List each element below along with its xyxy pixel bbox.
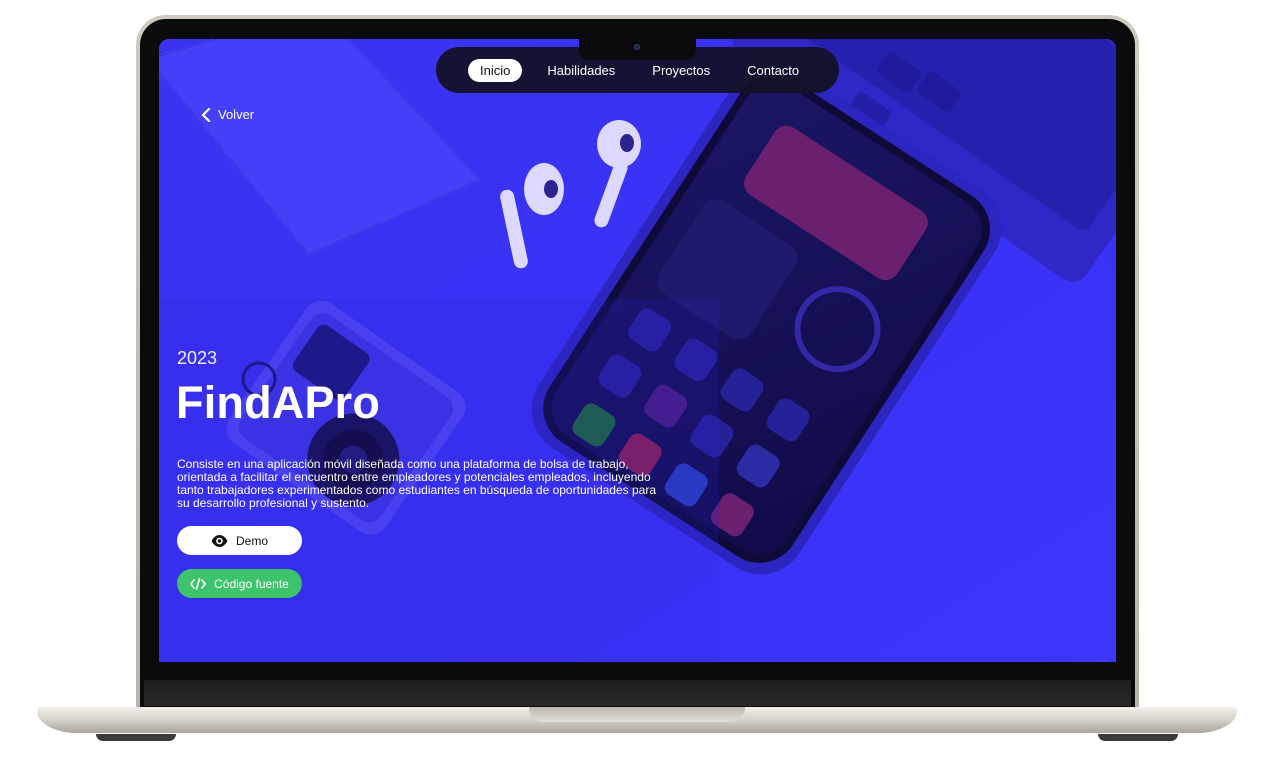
laptop-foot-left bbox=[96, 734, 176, 741]
nav-item-inicio[interactable]: Inicio bbox=[468, 58, 523, 82]
source-code-button-label: Código fuente bbox=[214, 576, 289, 591]
nav-item-contacto[interactable]: Contacto bbox=[735, 59, 811, 82]
laptop-screen: Inicio Habilidades Proyectos Contacto Vo… bbox=[159, 39, 1116, 662]
back-link-label: Volver bbox=[218, 107, 255, 122]
laptop-opening-notch bbox=[529, 707, 745, 722]
nav-item-habilidades[interactable]: Habilidades bbox=[535, 59, 627, 82]
demo-button[interactable]: Demo bbox=[177, 526, 302, 555]
webcam bbox=[634, 44, 640, 50]
code-icon bbox=[190, 577, 206, 590]
project-year: 2023 bbox=[177, 348, 218, 368]
camera-notch bbox=[579, 39, 696, 60]
laptop-chin bbox=[144, 680, 1131, 706]
source-code-button[interactable]: Código fuente bbox=[177, 569, 302, 598]
hero-background-image bbox=[159, 39, 1116, 662]
project-title: FindAPro bbox=[176, 377, 381, 428]
chevron-left-icon bbox=[201, 107, 211, 122]
nav-item-proyectos[interactable]: Proyectos bbox=[640, 59, 722, 82]
laptop-foot-right bbox=[1098, 734, 1178, 741]
project-description: Consiste en una aplicación móvil diseñad… bbox=[177, 457, 656, 510]
back-link[interactable]: Volver bbox=[201, 107, 254, 122]
demo-button-label: Demo bbox=[235, 533, 268, 548]
eye-icon bbox=[211, 534, 228, 547]
